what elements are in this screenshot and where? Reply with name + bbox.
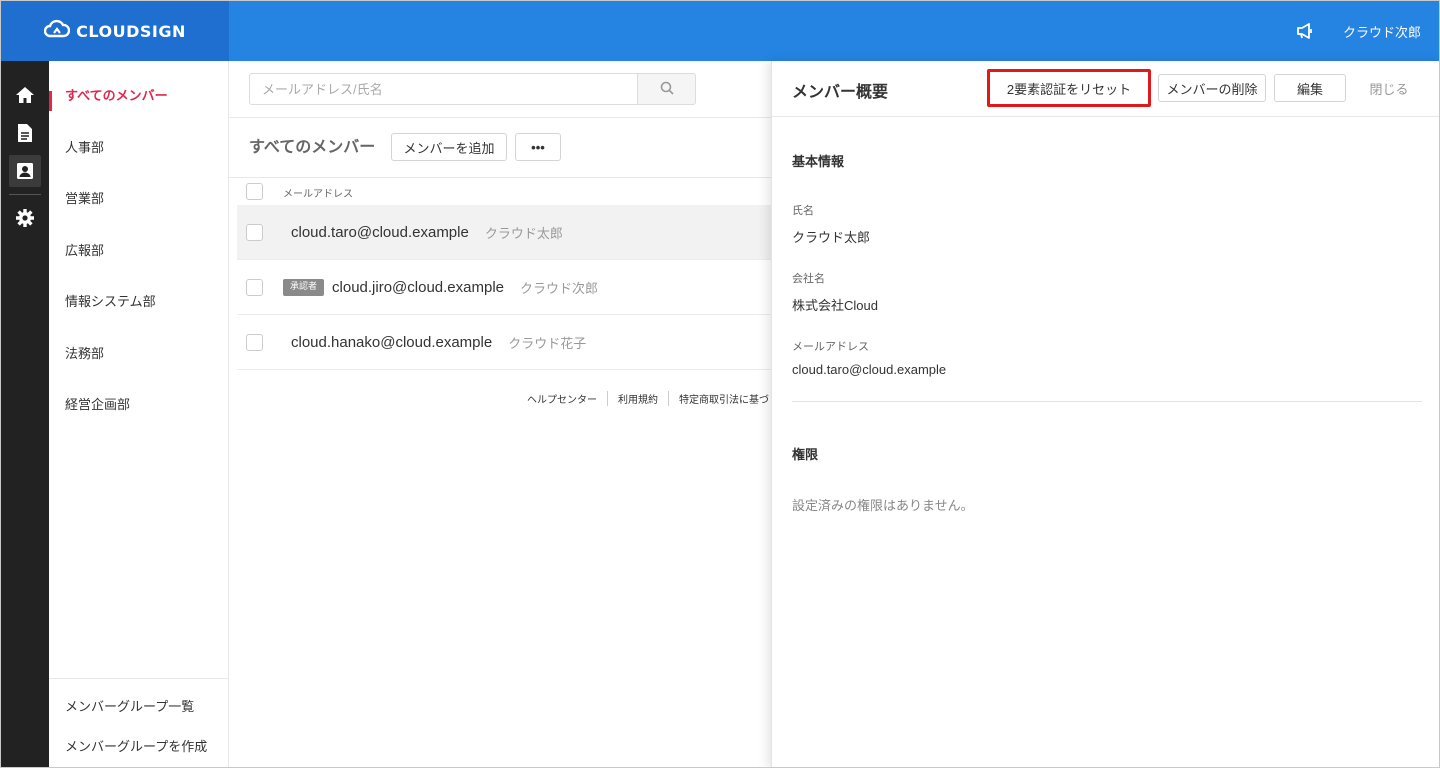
document-icon[interactable] bbox=[1, 114, 49, 152]
gear-icon[interactable] bbox=[1, 199, 49, 237]
member-name: クラウド次郎 bbox=[520, 281, 599, 297]
row-checkbox[interactable] bbox=[246, 279, 263, 296]
company-value: 株式会社Cloud bbox=[792, 298, 878, 313]
terms-link[interactable]: 利用規約 bbox=[607, 391, 668, 406]
search-icon bbox=[660, 80, 674, 99]
add-member-button[interactable]: メンバーを追加 bbox=[391, 133, 507, 161]
name-label: 氏名 bbox=[792, 204, 814, 217]
list-title: すべてのメンバー bbox=[249, 137, 376, 156]
rail-divider bbox=[9, 194, 41, 195]
table-row[interactable]: 承認者 cloud.jiro@cloud.example クラウド次郎 bbox=[237, 260, 771, 315]
company-label: 会社名 bbox=[792, 272, 825, 285]
group-item-legal[interactable]: 法務部 bbox=[49, 327, 228, 379]
basic-info-heading: 基本情報 bbox=[792, 155, 845, 170]
search-bar bbox=[249, 73, 696, 105]
home-icon[interactable] bbox=[1, 76, 49, 114]
delete-member-button[interactable]: メンバーの削除 bbox=[1158, 74, 1266, 102]
permissions-empty-text: 設定済みの権限はありません。 bbox=[792, 499, 974, 514]
email-value: cloud.taro@cloud.example bbox=[792, 362, 947, 377]
panel-header: メンバー概要 2要素認証をリセット メンバーの削除 編集 閉じる bbox=[772, 61, 1439, 117]
member-detail-panel: メンバー概要 2要素認証をリセット メンバーの削除 編集 閉じる 基本情報 氏名… bbox=[771, 61, 1439, 767]
email-label: メールアドレス bbox=[792, 340, 869, 353]
group-sidebar: すべてのメンバー 人事部 営業部 広報部 情報システム部 法務部 経営企画部 メ… bbox=[49, 61, 229, 767]
contacts-icon[interactable] bbox=[1, 152, 49, 190]
top-bar: CLOUDSIGN クラウド次郎 bbox=[1, 1, 1439, 61]
table-header: メールアドレス bbox=[229, 177, 771, 205]
edit-button[interactable]: 編集 bbox=[1274, 74, 1346, 102]
group-item-pr[interactable]: 広報部 bbox=[49, 224, 228, 276]
group-sidebar-footer: メンバーグループ一覧 メンバーグループを作成 bbox=[49, 678, 228, 767]
more-options-button[interactable]: ••• bbox=[515, 133, 561, 161]
table-row[interactable]: cloud.hanako@cloud.example クラウド花子 bbox=[237, 315, 771, 370]
member-name: クラウド花子 bbox=[508, 336, 587, 352]
group-item-all[interactable]: すべてのメンバー bbox=[49, 69, 228, 121]
icon-rail bbox=[1, 61, 49, 767]
megaphone-icon[interactable] bbox=[1295, 21, 1315, 41]
panel-title: メンバー概要 bbox=[792, 82, 889, 101]
member-email: cloud.taro@cloud.example bbox=[291, 223, 469, 241]
member-group-list-link[interactable]: メンバーグループ一覧 bbox=[49, 685, 228, 725]
member-name: クラウド太郎 bbox=[484, 226, 563, 242]
user-name[interactable]: クラウド次郎 bbox=[1343, 22, 1421, 41]
create-member-group-link[interactable]: メンバーグループを作成 bbox=[49, 725, 228, 765]
panel-divider bbox=[792, 401, 1422, 402]
row-checkbox[interactable] bbox=[246, 334, 263, 351]
logo[interactable]: CLOUDSIGN bbox=[1, 1, 229, 61]
select-all-checkbox[interactable] bbox=[246, 183, 263, 200]
group-item-hr[interactable]: 人事部 bbox=[49, 121, 228, 173]
app-window: CLOUDSIGN クラウド次郎 すべてのメンバー 人事部 営業部 広報部 情報… bbox=[0, 0, 1440, 768]
logo-text: CLOUDSIGN bbox=[76, 21, 186, 41]
member-email: cloud.hanako@cloud.example bbox=[291, 333, 493, 351]
help-center-link[interactable]: ヘルプセンター bbox=[517, 391, 607, 406]
permissions-heading: 権限 bbox=[792, 448, 819, 463]
column-header-email: メールアドレス bbox=[283, 189, 353, 200]
row-checkbox[interactable] bbox=[246, 224, 263, 241]
reset-2fa-button[interactable]: 2要素認証をリセット bbox=[987, 69, 1151, 107]
search-input[interactable] bbox=[249, 73, 638, 105]
group-item-sales[interactable]: 営業部 bbox=[49, 172, 228, 224]
cloud-logo-icon bbox=[44, 19, 71, 43]
name-value: クラウド太郎 bbox=[792, 230, 871, 245]
footer-links: ヘルプセンター 利用規約 特定商取引法に基づく表 bbox=[517, 391, 799, 406]
close-button[interactable]: 閉じる bbox=[1354, 74, 1424, 102]
table-row[interactable]: cloud.taro@cloud.example クラウド太郎 bbox=[237, 205, 771, 260]
member-email: cloud.jiro@cloud.example bbox=[332, 278, 504, 296]
group-item-planning[interactable]: 経営企画部 bbox=[49, 378, 228, 430]
group-item-it[interactable]: 情報システム部 bbox=[49, 275, 228, 327]
approver-badge: 承認者 bbox=[283, 278, 325, 296]
search-button[interactable] bbox=[638, 73, 696, 105]
